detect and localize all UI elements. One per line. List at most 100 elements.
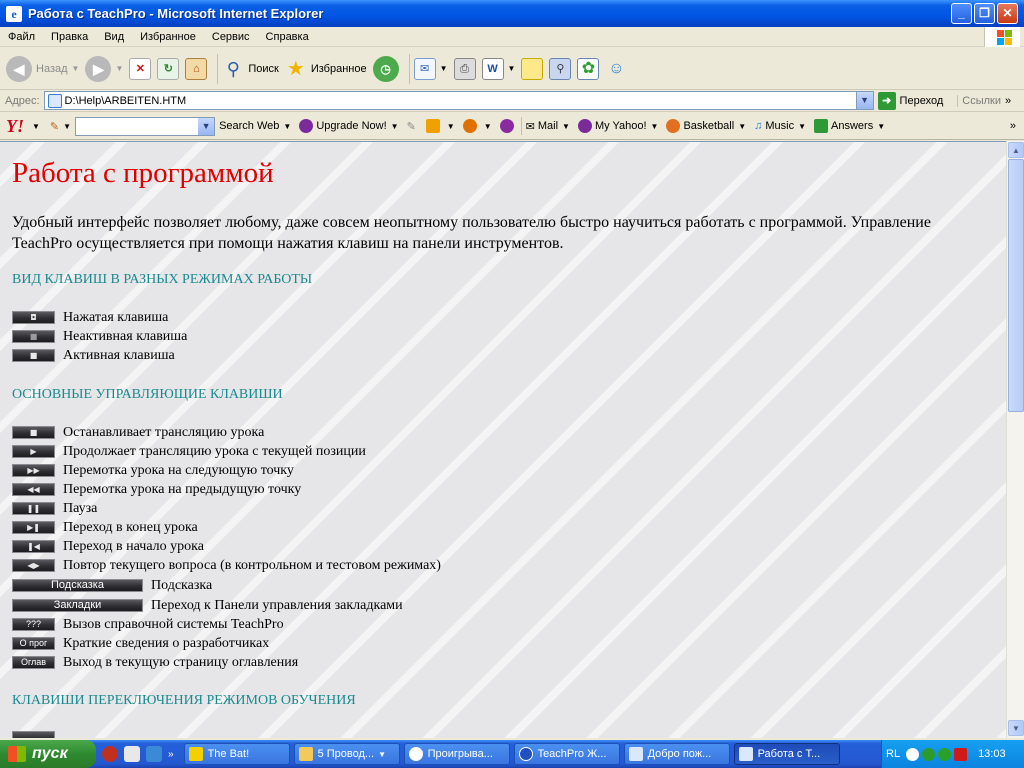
links-button[interactable]: Ссылки [957, 94, 1001, 107]
upgrade-dropdown-icon[interactable]: ▼ [391, 122, 399, 131]
menu-help[interactable]: Справка [258, 31, 317, 43]
section-heading-learning-modes: КЛАВИШИ ПЕРЕКЛЮЧЕНИЯ РЕЖИМОВ ОБУЧЕНИЯ [12, 693, 356, 708]
task-label: The Bat! [207, 748, 250, 760]
tray-icq-icon[interactable] [938, 747, 952, 761]
yahoo-logo-icon[interactable]: Y! [6, 116, 24, 137]
my-yahoo-dropdown-icon[interactable]: ▼ [651, 122, 659, 131]
mail-link[interactable]: ✉ Mail ▼ [526, 120, 570, 133]
edit-button[interactable]: W ▼ [481, 51, 516, 87]
basketball-link[interactable]: Basketball ▼ [666, 119, 746, 133]
language-indicator[interactable]: RL [886, 748, 900, 760]
close-button[interactable]: ✕ [997, 3, 1018, 24]
start-button[interactable]: пуск [0, 740, 96, 768]
scroll-up-icon[interactable]: ▲ [1008, 142, 1024, 158]
tray-network-icon[interactable] [922, 747, 936, 761]
antispy-icon[interactable] [462, 119, 477, 133]
pencil-dropdown-icon[interactable]: ▼ [63, 122, 71, 131]
restore-button[interactable]: ❐ [974, 3, 995, 24]
yahoo-search-input[interactable]: ▼ [75, 116, 216, 136]
icq-button[interactable]: ✿ [577, 51, 600, 87]
answers-label: Answers [831, 120, 874, 132]
vertical-scrollbar[interactable]: ▲ ▼ [1006, 141, 1024, 738]
favorites-button[interactable]: ★ Избранное [285, 51, 367, 87]
list-item: ◘ Нажатая клавиша [12, 308, 168, 327]
search-icon: ⚲ [226, 58, 240, 79]
forward-button[interactable]: ▶ ▼ [85, 51, 123, 87]
search-dropdown-icon[interactable]: ▼ [198, 117, 215, 135]
title-bar[interactable]: e Работа с TeachPro - Microsoft Internet… [0, 0, 1024, 27]
basketball-dropdown-icon[interactable]: ▼ [738, 122, 746, 131]
mail-link-dropdown-icon[interactable]: ▼ [562, 122, 570, 131]
refresh-button[interactable]: ↻ [157, 51, 180, 87]
messenger-button[interactable]: ☺ [605, 51, 627, 87]
quicklaunch-ie-icon[interactable] [146, 746, 162, 762]
stop-button[interactable]: ✕ [129, 51, 152, 87]
tray-arrow-icon[interactable] [906, 747, 920, 761]
go-arrow-icon[interactable]: ➜ [877, 91, 896, 110]
scroll-down-icon[interactable]: ▼ [1008, 720, 1024, 736]
research-icon: ⚲ [549, 57, 572, 80]
task-the-bat[interactable]: The Bat! [183, 743, 290, 765]
mail-dropdown-icon[interactable]: ▼ [440, 64, 448, 73]
address-value[interactable]: D:\Help\ARBEITEN.HTM [65, 95, 187, 107]
mail-icon: ✉ [413, 57, 436, 80]
menu-view[interactable]: Вид [96, 31, 132, 43]
start-label: пуск [32, 745, 68, 762]
history-button[interactable]: ◷ [372, 51, 399, 87]
popup-blocker-icon[interactable] [425, 119, 440, 133]
menu-file[interactable]: Файл [0, 31, 43, 43]
yahoo-menu-dropdown-icon[interactable]: ▼ [32, 122, 40, 131]
quicklaunch-chevron-icon[interactable]: » [168, 749, 174, 760]
go-button[interactable]: Переход [900, 95, 944, 107]
help-key: ??? [12, 618, 55, 631]
back-button[interactable]: ◀ Назад ▼ [6, 51, 79, 87]
address-dropdown-icon[interactable]: ▼ [855, 92, 873, 109]
clock[interactable]: 13:03 [978, 748, 1006, 760]
home-button[interactable]: ⌂ [185, 51, 208, 87]
home-icon: ⌂ [185, 57, 208, 80]
search-button[interactable]: ⚲ Поиск [222, 51, 279, 87]
popup-dropdown-icon[interactable]: ▼ [447, 122, 455, 131]
upgrade-button[interactable]: Upgrade Now! ▼ [299, 119, 399, 133]
research-button[interactable]: ⚲ [549, 51, 572, 87]
section-heading-modes: ВИД КЛАВИШ В РАЗНЫХ РЕЖИМАХ РАБОТЫ [12, 272, 313, 287]
search-web-dropdown-icon[interactable]: ▼ [283, 122, 291, 131]
task-teachpro[interactable]: TeachPro Ж... [513, 743, 620, 765]
ie-page-icon [738, 747, 753, 761]
intro-text: Удобный интерфейс позволяет любому, даже… [12, 214, 931, 252]
key-description: Краткие сведения о разработчиках [63, 635, 270, 651]
pencil-icon[interactable]: ✎ [50, 120, 59, 133]
task-explorer[interactable]: 5 Провод... ▼ [293, 743, 400, 765]
menu-edit[interactable]: Правка [43, 31, 96, 43]
task-teachpro-ie[interactable]: Работа с Т... [733, 743, 840, 765]
tray-antivirus-icon[interactable] [954, 747, 968, 761]
answers-link[interactable]: Answers ▼ [814, 119, 885, 133]
music-link[interactable]: ♫ Music ▼ [754, 120, 806, 132]
scroll-thumb[interactable] [1008, 159, 1024, 412]
menu-tools[interactable]: Сервис [204, 31, 258, 43]
menu-favorites[interactable]: Избранное [132, 31, 204, 43]
ie-page-icon [628, 747, 643, 761]
headphones-icon[interactable] [499, 119, 514, 133]
quicklaunch-opera-icon[interactable] [102, 746, 118, 762]
search-web-button[interactable]: Search Web ▼ [219, 120, 291, 132]
music-dropdown-icon[interactable]: ▼ [798, 122, 806, 131]
minimize-button[interactable]: _ [951, 3, 972, 24]
print-button[interactable]: ⎙ [453, 51, 476, 87]
task-player[interactable]: Проигрыва... [403, 743, 510, 765]
highlight-icon[interactable]: ✎ [407, 120, 416, 133]
forward-dropdown-icon[interactable]: ▼ [115, 64, 123, 73]
discuss-button[interactable] [521, 51, 544, 87]
my-yahoo-link[interactable]: My Yahoo! ▼ [577, 119, 659, 133]
chevron-right-icon[interactable]: » [1005, 95, 1011, 107]
mail-button[interactable]: ✉ ▼ [413, 51, 448, 87]
answers-dropdown-icon[interactable]: ▼ [877, 122, 885, 131]
antispy-dropdown-icon[interactable]: ▼ [484, 122, 492, 131]
edit-dropdown-icon[interactable]: ▼ [508, 64, 516, 73]
back-dropdown-icon[interactable]: ▼ [72, 64, 80, 73]
more-chevron-icon[interactable]: » [1010, 120, 1016, 132]
quicklaunch-desktop-icon[interactable] [124, 746, 140, 762]
list-item: ▶ Продолжает трансляцию урока с текущей п… [12, 442, 366, 461]
task-welcome[interactable]: Добро пож... [623, 743, 730, 765]
address-input[interactable]: D:\Help\ARBEITEN.HTM ▼ [43, 91, 874, 110]
